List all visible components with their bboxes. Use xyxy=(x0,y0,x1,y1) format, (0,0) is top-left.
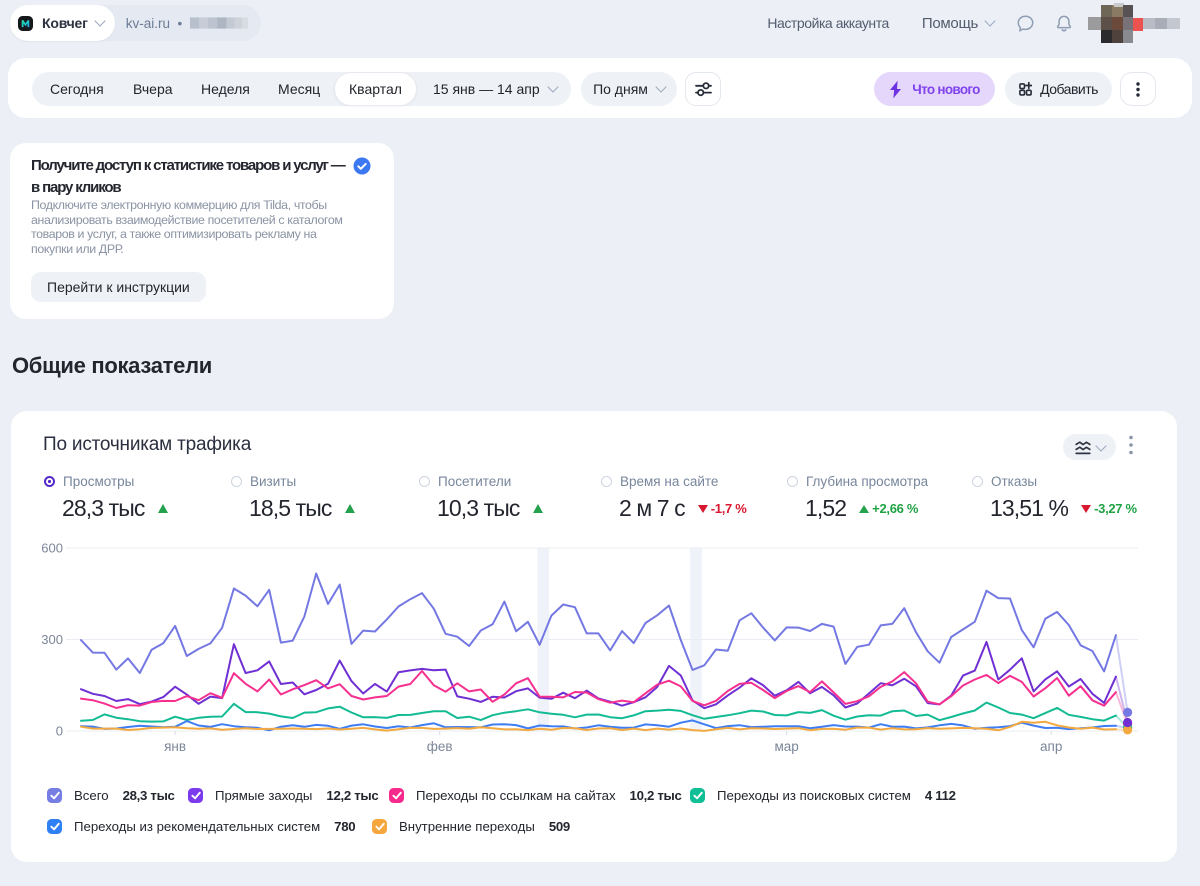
svg-text:фев: фев xyxy=(427,739,453,754)
svg-text:янв: янв xyxy=(164,739,186,754)
svg-text:апр: апр xyxy=(1040,739,1062,754)
svg-text:мар: мар xyxy=(774,739,798,754)
svg-text:0: 0 xyxy=(56,724,63,739)
svg-text:300: 300 xyxy=(41,632,63,647)
svg-text:600: 600 xyxy=(41,541,63,556)
